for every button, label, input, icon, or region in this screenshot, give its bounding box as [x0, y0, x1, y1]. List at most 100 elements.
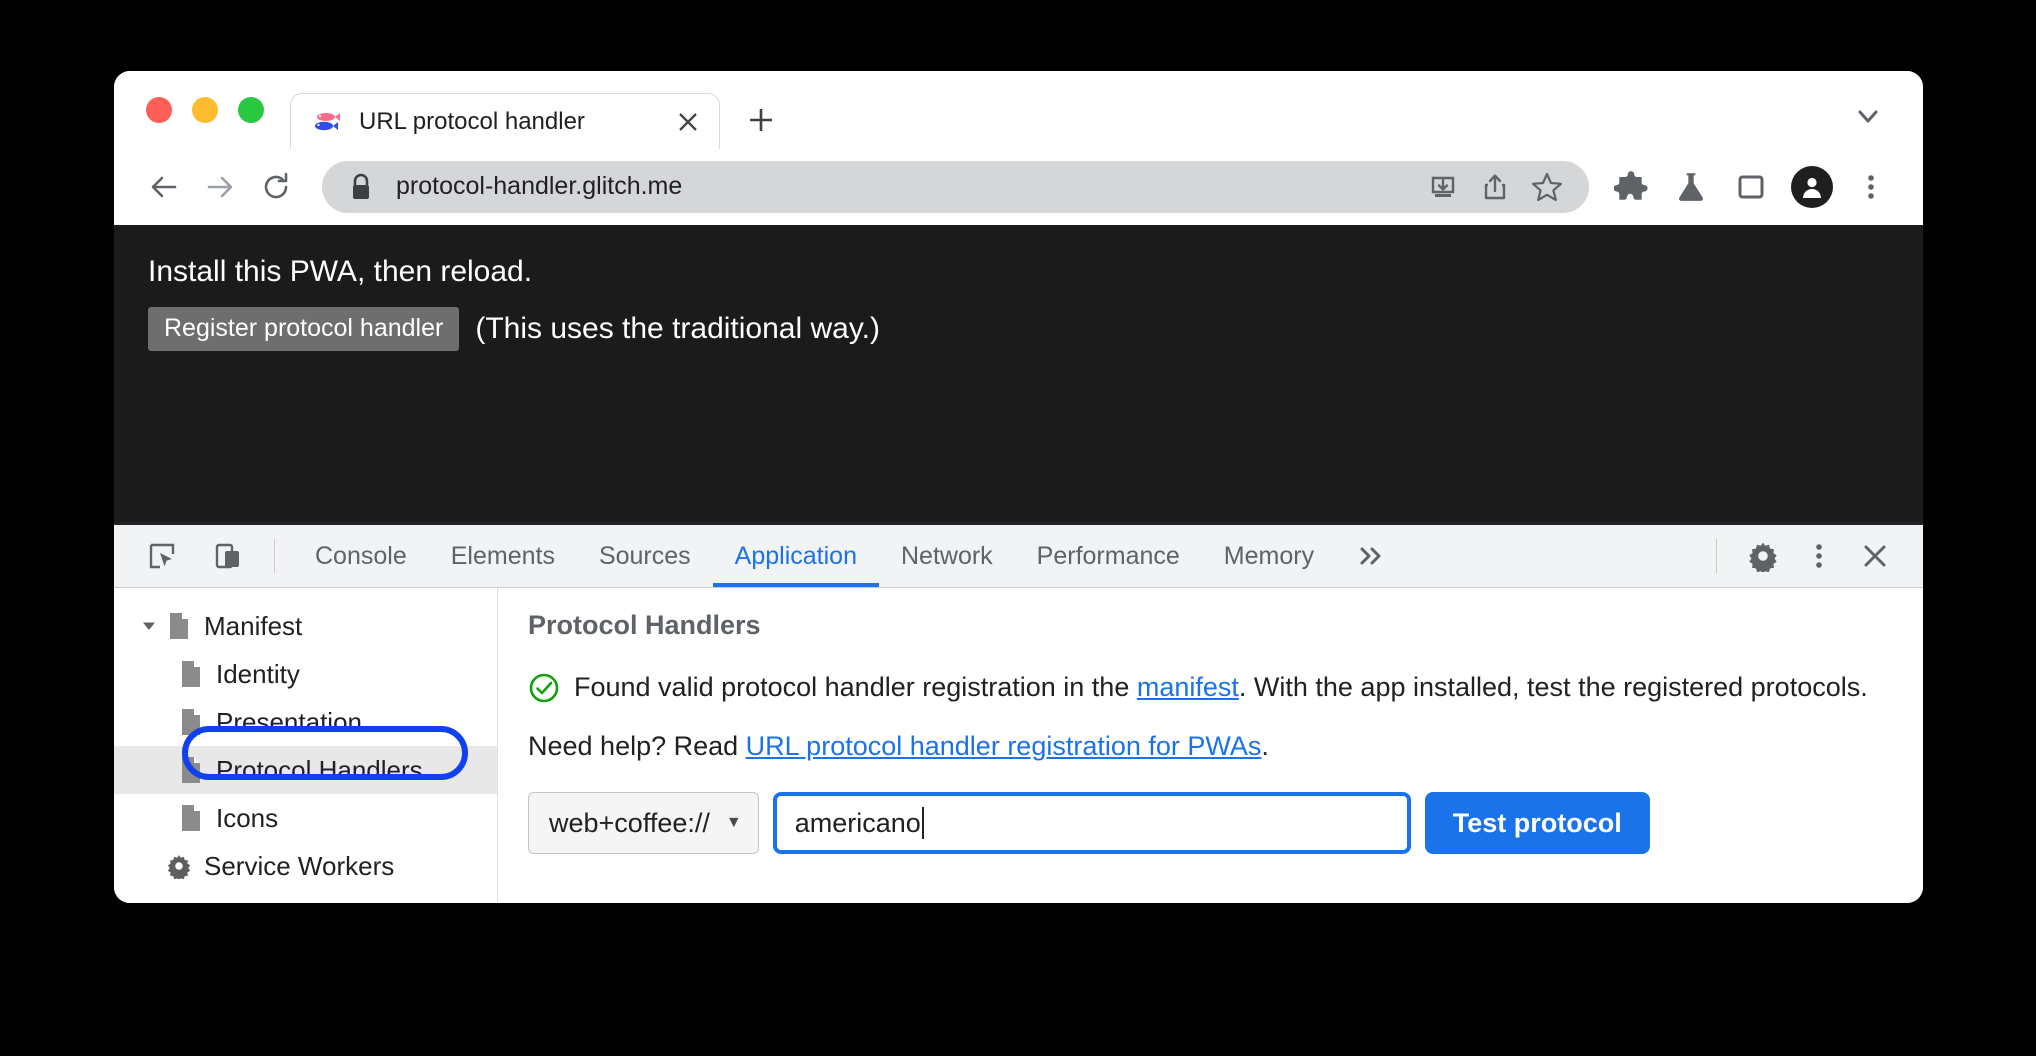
- protocol-path-value: americano: [794, 807, 921, 838]
- sidebar-item-identity[interactable]: Identity: [114, 650, 497, 698]
- help-message: Need help? Read URL protocol handler reg…: [528, 731, 1893, 762]
- manifest-link[interactable]: manifest: [1137, 672, 1239, 702]
- tab-memory[interactable]: Memory: [1202, 525, 1336, 587]
- sidebar-item-label: Protocol Handlers: [216, 754, 423, 785]
- side-panel-button[interactable]: [1723, 159, 1779, 215]
- test-protocol-button[interactable]: Test protocol: [1424, 792, 1650, 855]
- sidebar-item-presentation[interactable]: Presentation: [114, 698, 497, 746]
- devtools-panel: Console Elements Sources Application Net…: [114, 522, 1923, 903]
- document-icon: [174, 804, 208, 832]
- devtools-separator-right: [1716, 539, 1717, 573]
- plus-icon: [750, 109, 772, 131]
- lock-icon: [353, 173, 369, 199]
- status-text-part-1: Found valid protocol handler registratio…: [574, 672, 1137, 702]
- window-minimize-button[interactable]: [192, 97, 218, 123]
- devtools-tabs: Console Elements Sources Application Net…: [293, 525, 1698, 587]
- extensions-puzzle-icon: [1614, 170, 1648, 200]
- protocol-scheme-select[interactable]: web+coffee:// ▼: [528, 792, 759, 855]
- pwa-docs-link[interactable]: URL protocol handler registration for PW…: [746, 731, 1262, 761]
- window-close-button[interactable]: [146, 97, 172, 123]
- inspect-element-button[interactable]: [134, 541, 190, 571]
- tab-network[interactable]: Network: [879, 525, 1015, 587]
- protocol-scheme-value: web+coffee://: [549, 807, 710, 838]
- more-tabs-button[interactable]: [1336, 525, 1406, 587]
- chevron-down-icon: ▼: [725, 814, 742, 832]
- gear-icon: [162, 853, 196, 879]
- window-maximize-button[interactable]: [238, 97, 264, 123]
- devtools-separator: [274, 539, 275, 573]
- devtools-left-icons: [114, 525, 256, 587]
- profile-avatar[interactable]: [1791, 165, 1833, 208]
- sidebar-item-label: Service Workers: [204, 850, 395, 881]
- new-tab-button[interactable]: [736, 95, 786, 145]
- gear-icon: [1749, 542, 1777, 572]
- sidebar-item-icons[interactable]: Icons: [114, 794, 497, 842]
- protocol-path-input[interactable]: americano: [772, 792, 1411, 855]
- forward-button[interactable]: [192, 159, 248, 215]
- tab-strip: URL protocol handler: [114, 71, 1923, 149]
- forward-arrow-icon: [207, 176, 233, 197]
- devtools-body: Manifest Identity Presentation Protocol …: [114, 588, 1923, 903]
- devtools-settings-button[interactable]: [1735, 540, 1791, 572]
- help-text: Need help? Read: [528, 731, 746, 762]
- device-toolbar-icon: [215, 543, 239, 569]
- experiments-button[interactable]: [1663, 159, 1719, 215]
- tab-search-button[interactable]: [1843, 91, 1893, 141]
- close-icon: [1864, 545, 1886, 567]
- profile-avatar-icon: [1803, 177, 1821, 198]
- device-toolbar-button[interactable]: [200, 541, 256, 571]
- bookmark-star-icon[interactable]: [1521, 161, 1573, 213]
- browser-toolbar: protocol-handler.glitch.me: [114, 149, 1923, 225]
- status-text: Found valid protocol handler registratio…: [574, 669, 1868, 705]
- document-icon: [162, 612, 196, 640]
- page-title: Protocol Handlers: [528, 610, 761, 640]
- devtools-right-icons: [1735, 525, 1923, 587]
- screen: URL protocol handler protocol-handler.gl…: [0, 0, 2036, 1056]
- sidebar-item-label: Icons: [216, 802, 279, 833]
- text-cursor: [921, 807, 924, 840]
- tab-close-icon[interactable]: [671, 105, 705, 139]
- browser-window: URL protocol handler protocol-handler.gl…: [114, 71, 1923, 903]
- document-icon: [174, 708, 208, 736]
- tab-sources[interactable]: Sources: [577, 525, 713, 587]
- tab-performance[interactable]: Performance: [1015, 525, 1202, 587]
- sidebar-item-label: Presentation: [216, 706, 362, 737]
- tab-application[interactable]: Application: [712, 525, 880, 587]
- devtools-close-button[interactable]: [1847, 541, 1903, 571]
- pwa-note-text: (This uses the traditional way.): [475, 311, 880, 345]
- help-suffix: .: [1261, 731, 1269, 762]
- sidebar-item-label: Manifest: [204, 610, 303, 641]
- browser-tab[interactable]: URL protocol handler: [290, 93, 720, 149]
- sidebar-item-protocol-handlers[interactable]: Protocol Handlers: [114, 746, 497, 794]
- omnibox-url-text: protocol-handler.glitch.me: [396, 172, 683, 200]
- document-icon: [174, 660, 208, 688]
- devtools-more-button[interactable]: [1791, 540, 1847, 572]
- status-text-part-2: . With the app installed, test the regis…: [1238, 672, 1868, 702]
- devtools-sidebar: Manifest Identity Presentation Protocol …: [114, 588, 498, 903]
- tab-elements[interactable]: Elements: [429, 525, 577, 587]
- extensions-button[interactable]: [1603, 159, 1659, 215]
- sidebar-item-manifest[interactable]: Manifest: [114, 602, 497, 650]
- three-dot-menu-icon: [1868, 174, 1874, 199]
- back-button[interactable]: [136, 159, 192, 215]
- install-pwa-icon[interactable]: [1417, 161, 1469, 213]
- expand-arrow-icon[interactable]: [136, 617, 162, 635]
- side-panel-icon: [1738, 175, 1764, 198]
- tab-console[interactable]: Console: [293, 525, 429, 587]
- document-icon: [174, 756, 208, 784]
- three-dot-menu-icon: [1816, 544, 1822, 568]
- sidebar-item-label: Identity: [216, 658, 300, 689]
- back-arrow-icon: [151, 176, 177, 197]
- fish-favicon-icon: [315, 112, 340, 130]
- reload-button[interactable]: [248, 159, 304, 215]
- share-icon[interactable]: [1469, 161, 1521, 213]
- status-message: Found valid protocol handler registratio…: [528, 669, 1893, 705]
- sidebar-item-service-workers[interactable]: Service Workers: [114, 842, 497, 890]
- devtools-tab-bar: Console Elements Sources Application Net…: [114, 525, 1923, 588]
- register-protocol-handler-button[interactable]: Register protocol handler: [148, 307, 460, 351]
- browser-menu-button[interactable]: [1843, 159, 1899, 215]
- browser-tab-title: URL protocol handler: [359, 107, 585, 135]
- omnibox[interactable]: protocol-handler.glitch.me: [322, 160, 1589, 213]
- chevron-down-icon: [1858, 110, 1878, 123]
- protocol-test-row: web+coffee:// ▼ americano Test protocol: [528, 792, 1893, 855]
